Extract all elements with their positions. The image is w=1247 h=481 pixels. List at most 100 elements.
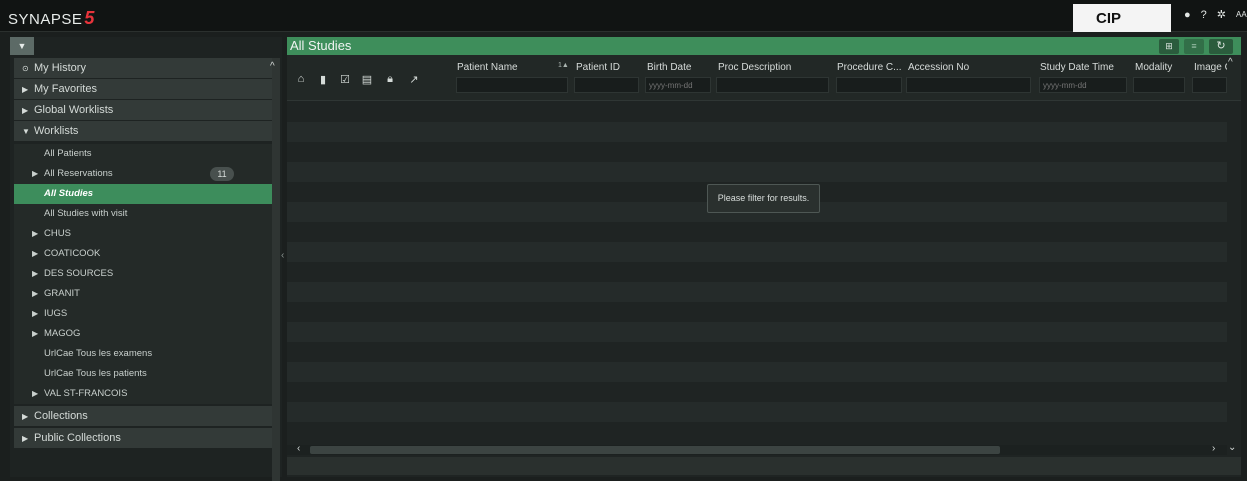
sidebar-menu-dropdown[interactable]: ▼ — [10, 37, 34, 55]
table-row — [287, 142, 1227, 162]
worklist-item-granit[interactable]: ▶ GRANIT — [14, 284, 280, 304]
expand-triangle-icon: ▶ — [32, 169, 39, 178]
accession-no-filter[interactable] — [906, 77, 1031, 93]
image-count-filter[interactable] — [1192, 77, 1227, 93]
top-bar: SYNAPSE 5 CIP ● ? ✲ AA — [0, 0, 1247, 32]
chevron-up-icon[interactable]: ^ — [1228, 57, 1233, 68]
expand-triangle-icon: ▶ — [22, 106, 29, 115]
table-row — [287, 362, 1227, 382]
worklist-item-coaticook[interactable]: ▶ COATICOOK — [14, 244, 280, 264]
refresh-button[interactable]: ↻ — [1209, 39, 1233, 54]
worklist-item-all-patients[interactable]: All Patients — [14, 144, 280, 164]
column-modality[interactable]: Modality — [1135, 62, 1187, 73]
table-row — [287, 102, 1227, 122]
main-panel: All Studies ⊞ ≡ ↻ ⌂ ▮ ☑ ▤ 🔒︎ ↗ Patient N… — [287, 37, 1241, 477]
scrollbar-thumb[interactable] — [310, 446, 1000, 454]
sidebar-item-public-collections[interactable]: ▶ Public Collections — [14, 428, 280, 448]
sidebar-item-worklists[interactable]: ▼ Worklists — [14, 121, 280, 141]
worklist-item-all-reservations[interactable]: ▶ All Reservations 11 — [14, 164, 280, 184]
filter-button[interactable]: ≡ — [1184, 39, 1204, 54]
column-study-date-time[interactable]: Study Date Time — [1040, 62, 1128, 73]
modality-filter[interactable] — [1133, 77, 1185, 93]
gear-icon[interactable]: ✲ — [1217, 9, 1226, 21]
home-icon[interactable]: ⌂ — [291, 73, 311, 85]
report-icon[interactable]: ▤ — [357, 73, 377, 86]
expand-triangle-icon: ▶ — [32, 309, 39, 318]
column-proc-description[interactable]: Proc Description — [718, 62, 828, 73]
patient-id-filter[interactable] — [574, 77, 639, 93]
font-size-icon[interactable]: AA — [1236, 9, 1247, 21]
table-row — [287, 282, 1227, 302]
footer-bar — [287, 457, 1241, 475]
empty-results-message: Please filter for results. — [707, 184, 820, 213]
worklist-item-magog[interactable]: ▶ MAGOG — [14, 324, 280, 344]
column-procedure-code[interactable]: Procedure C... — [837, 62, 901, 73]
clock-icon: ⊙ — [22, 64, 29, 73]
table-row — [287, 222, 1227, 242]
sidebar: ▼ ⊙ My History ▶ My Favorites ▶ Global Work… — [10, 37, 282, 481]
expand-triangle-icon: ▶ — [32, 389, 39, 398]
panel-header: All Studies ⊞ ≡ ↻ — [287, 37, 1241, 55]
expand-triangle-icon: ▶ — [22, 85, 29, 94]
cip-label: CIP — [1073, 4, 1171, 32]
sidebar-item-my-favorites[interactable]: ▶ My Favorites — [14, 79, 280, 99]
table-row — [287, 402, 1227, 422]
study-date-time-filter[interactable] — [1039, 77, 1127, 93]
count-badge: 11 — [210, 167, 234, 181]
proc-description-filter[interactable] — [716, 77, 829, 93]
sidebar-item-collections[interactable]: ▶ Collections — [14, 406, 280, 426]
column-image-count[interactable]: Image C — [1194, 62, 1227, 73]
worklist-item-iugs[interactable]: ▶ IUGS — [14, 304, 280, 324]
chevron-up-icon[interactable]: ^ — [270, 61, 275, 72]
column-patient-name[interactable]: Patient Name — [457, 62, 557, 73]
worklist-item-all-studies-with-visit[interactable]: All Studies with visit — [14, 204, 280, 224]
expand-triangle-icon: ▶ — [32, 269, 39, 278]
sidebar-list: ⊙ My History ▶ My Favorites ▶ Global Workli… — [14, 58, 280, 481]
table-row — [287, 342, 1227, 362]
patient-name-filter[interactable] — [456, 77, 568, 93]
worklist-item-urlcae-patients[interactable]: UrlCae Tous les patients — [14, 364, 280, 384]
worklist-item-des-sources[interactable]: ▶ DES SOURCES — [14, 264, 280, 284]
expand-triangle-icon: ▶ — [32, 289, 39, 298]
lock-icon[interactable]: 🔒︎ — [380, 73, 400, 86]
results-table — [287, 102, 1227, 445]
worklist-item-all-studies[interactable]: All Studies — [14, 184, 280, 204]
worklist-item-val-st-francois[interactable]: ▶ VAL ST-FRANCOIS — [14, 384, 280, 404]
table-row — [287, 242, 1227, 262]
collapse-triangle-icon: ▼ — [22, 127, 30, 136]
columns-icon: ⊞ — [1165, 41, 1173, 51]
chevron-down-icon[interactable]: ⌄ — [1228, 442, 1236, 453]
page-title: All Studies — [290, 38, 352, 53]
columns-button[interactable]: ⊞ — [1159, 39, 1179, 54]
edit-icon[interactable]: ☑ — [335, 73, 355, 86]
document-icon[interactable]: ▮ — [313, 73, 333, 86]
filter-icon: ≡ — [1191, 41, 1197, 51]
collapse-sidebar-handle[interactable]: ‹ — [281, 250, 284, 261]
column-header-row: ⌂ ▮ ☑ ▤ 🔒︎ ↗ Patient Name 1▲ Patient ID … — [287, 55, 1241, 101]
worklist-item-urlcae-examens[interactable]: UrlCae Tous les examens — [14, 344, 280, 364]
sidebar-scrollbar[interactable] — [272, 58, 280, 481]
pin-icon[interactable]: ↗ — [404, 73, 424, 86]
birth-date-filter[interactable] — [645, 77, 711, 93]
chat-icon[interactable]: ● — [1184, 9, 1191, 21]
column-patient-id[interactable]: Patient ID — [576, 62, 636, 73]
chevron-right-icon[interactable]: › — [1212, 443, 1215, 454]
expand-triangle-icon: ▶ — [32, 329, 39, 338]
app-logo: SYNAPSE 5 — [8, 8, 95, 28]
table-row — [287, 262, 1227, 282]
table-row — [287, 122, 1227, 142]
refresh-icon: ↻ — [1216, 40, 1226, 52]
sidebar-item-my-history[interactable]: ⊙ My History — [14, 58, 280, 78]
table-row — [287, 322, 1227, 342]
expand-triangle-icon: ▶ — [22, 412, 29, 421]
expand-triangle-icon: ▶ — [32, 249, 39, 258]
procedure-code-filter[interactable] — [836, 77, 902, 93]
column-accession-no[interactable]: Accession No — [908, 62, 1028, 73]
chevron-left-icon[interactable]: ‹ — [297, 443, 300, 454]
horizontal-scrollbar[interactable]: ‹ › — [287, 443, 1227, 455]
worklist-item-chus[interactable]: ▶ CHUS — [14, 224, 280, 244]
expand-triangle-icon: ▶ — [32, 229, 39, 238]
help-icon[interactable]: ? — [1201, 9, 1207, 21]
column-birth-date[interactable]: Birth Date — [647, 62, 713, 73]
sidebar-item-global-worklists[interactable]: ▶ Global Worklists — [14, 100, 280, 120]
